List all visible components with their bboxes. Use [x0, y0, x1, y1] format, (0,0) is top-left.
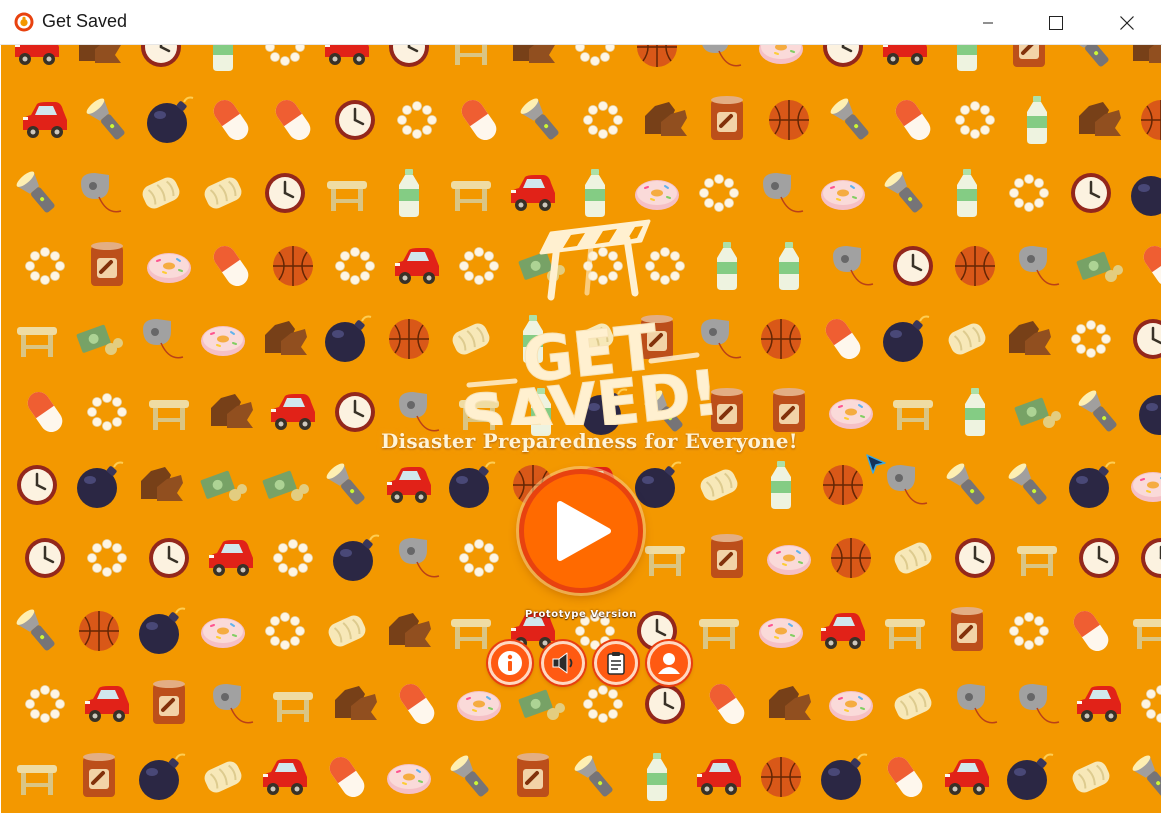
- version-label: Prototype Version: [525, 609, 637, 620]
- sound-button[interactable]: [541, 641, 585, 685]
- close-button[interactable]: [1104, 0, 1150, 45]
- close-icon: [1120, 15, 1134, 30]
- minimize-icon: [983, 22, 993, 23]
- clipboard-button[interactable]: [594, 641, 638, 685]
- window-title: Get Saved: [42, 11, 128, 31]
- maximize-icon: [1049, 15, 1063, 30]
- cursor-icon: [866, 454, 886, 474]
- speaker-icon: [552, 652, 573, 674]
- profile-button[interactable]: [647, 641, 691, 685]
- play-icon: [557, 501, 611, 561]
- tagline: Disaster Preparedness for Everyone!: [381, 429, 798, 453]
- game-logo: GET SAVED!: [457, 219, 723, 425]
- person-icon: [658, 653, 680, 674]
- barricade-icon: [539, 219, 651, 301]
- maximize-button[interactable]: [1033, 0, 1079, 45]
- game-canvas: GET SAVED! Disaster Preparedness for Eve…: [1, 45, 1161, 813]
- info-button[interactable]: [488, 641, 532, 685]
- play-button[interactable]: [519, 469, 643, 593]
- clipboard-icon: [607, 652, 625, 675]
- app-icon: [14, 12, 34, 32]
- main-menu: GET SAVED! Disaster Preparedness for Eve…: [1, 45, 1161, 813]
- info-icon: [498, 651, 522, 675]
- minimize-button[interactable]: [965, 0, 1011, 45]
- window-titlebar: Get Saved: [0, 0, 1162, 45]
